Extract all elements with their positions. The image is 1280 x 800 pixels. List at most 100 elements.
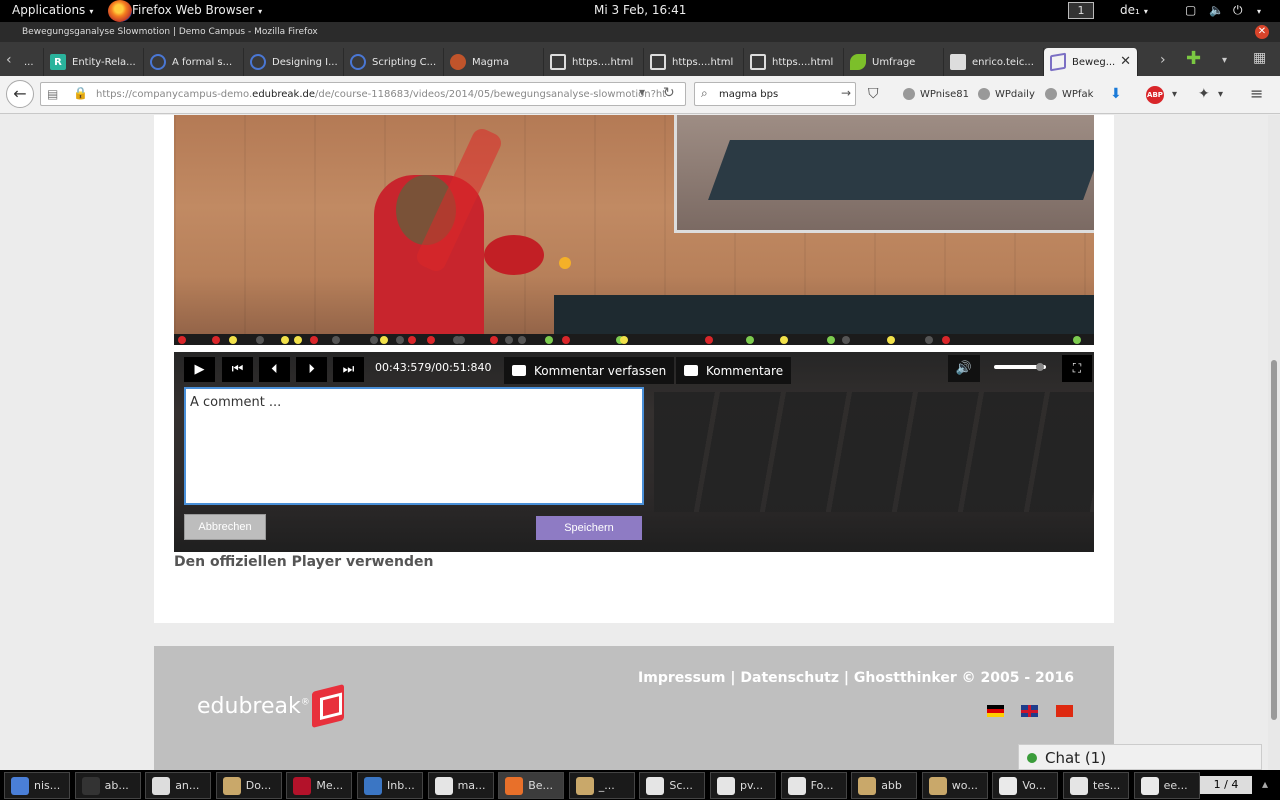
- page-info-icon[interactable]: ▤: [47, 87, 58, 101]
- page-scrollbar[interactable]: [1268, 115, 1280, 770]
- tabs-scroll-right-icon[interactable]: ›: [1160, 52, 1166, 68]
- search-go-icon[interactable]: →: [841, 86, 851, 100]
- tab-9[interactable]: Umfrage: [844, 48, 944, 76]
- timeline-comment-marker[interactable]: [545, 336, 553, 344]
- app-menu[interactable]: Firefox Web Browser ▾: [132, 3, 262, 17]
- url-text[interactable]: https://companycampus-demo.edubreak.de/d…: [96, 89, 666, 100]
- timeline-comment-marker[interactable]: [505, 336, 513, 344]
- timeline-comment-marker[interactable]: [281, 336, 289, 344]
- tab-8[interactable]: https....html: [744, 48, 844, 76]
- save-button[interactable]: Speichern: [536, 516, 642, 540]
- url-bar[interactable]: ▤ 🔒 https://companycampus-demo.edubreak.…: [40, 82, 686, 106]
- tab-0[interactable]: ...: [18, 48, 44, 76]
- lock-icon[interactable]: 🔒: [73, 86, 88, 100]
- hamburger-menu-icon[interactable]: ≡: [1250, 84, 1263, 103]
- search-query[interactable]: magma bps: [719, 89, 778, 100]
- window-icon[interactable]: ▢: [1185, 3, 1196, 17]
- comment-timeline[interactable]: [174, 334, 1094, 345]
- power-menu-chevron-icon[interactable]: ▾: [1253, 3, 1261, 17]
- applications-menu[interactable]: Applications ▾: [12, 3, 93, 17]
- timeline-comment-marker[interactable]: [212, 336, 220, 344]
- tabs-scroll-left-icon[interactable]: ‹: [6, 52, 12, 68]
- tab-6[interactable]: https....html: [544, 48, 644, 76]
- tab-4[interactable]: Scripting C...: [344, 48, 444, 76]
- timeline-comment-marker[interactable]: [370, 336, 378, 344]
- tab-groups-icon[interactable]: ▦: [1253, 50, 1266, 66]
- volume-button[interactable]: 🔊: [948, 355, 980, 382]
- url-dropdown-icon[interactable]: ▾: [639, 85, 645, 99]
- keyboard-layout[interactable]: de₁ ▾: [1120, 3, 1148, 17]
- search-bar[interactable]: ⌕ magma bps →: [694, 82, 856, 106]
- clock[interactable]: Mi 3 Feb, 16:41: [594, 3, 686, 17]
- timeline-comment-marker[interactable]: [518, 336, 526, 344]
- extension-chevron-icon[interactable]: ▾: [1218, 89, 1223, 100]
- scrollbar-thumb[interactable]: [1271, 360, 1277, 720]
- adblock-icon[interactable]: ABP: [1146, 86, 1164, 104]
- timeline-comment-marker[interactable]: [705, 336, 713, 344]
- taskbar-item[interactable]: pv...: [710, 772, 776, 799]
- reload-icon[interactable]: ↻: [663, 85, 675, 101]
- workspace-pager[interactable]: 1 / 4: [1200, 776, 1252, 794]
- cancel-button[interactable]: Abbrechen: [184, 514, 266, 540]
- impressum-link[interactable]: Impressum: [638, 670, 725, 686]
- rewind-button[interactable]: ⏮: [222, 357, 253, 382]
- download-icon[interactable]: ⬇: [1110, 86, 1122, 102]
- tab-7[interactable]: https....html: [644, 48, 744, 76]
- timeline-comment-marker[interactable]: [490, 336, 498, 344]
- official-player-link[interactable]: Den offiziellen Player verwenden: [174, 554, 433, 570]
- chat-widget[interactable]: Chat (1): [1018, 744, 1262, 770]
- taskbar-item[interactable]: ma...: [427, 772, 494, 799]
- back-button[interactable]: ←: [6, 80, 34, 108]
- taskbar-item[interactable]: Vo...: [992, 772, 1059, 799]
- play-button[interactable]: ▶: [184, 357, 215, 382]
- extension-icon[interactable]: ✦: [1198, 86, 1210, 102]
- window-close-button[interactable]: ✕: [1255, 25, 1269, 39]
- tab-5[interactable]: Magma: [444, 48, 544, 76]
- timeline-comment-marker[interactable]: [380, 336, 388, 344]
- timeline-comment-marker[interactable]: [827, 336, 835, 344]
- timeline-comment-marker[interactable]: [457, 336, 465, 344]
- taskbar-item[interactable]: abb: [851, 772, 918, 799]
- taskbar-item[interactable]: tes...: [1063, 772, 1129, 799]
- datenschutz-link[interactable]: Datenschutz: [740, 670, 839, 686]
- taskbar-item[interactable]: Do...: [215, 772, 282, 799]
- timeline-comment-marker[interactable]: [178, 336, 186, 344]
- taskbar-item[interactable]: Me...: [286, 772, 353, 799]
- bookmark-wpfak[interactable]: WPfak: [1045, 88, 1093, 100]
- timeline-comment-marker[interactable]: [942, 336, 950, 344]
- taskbar-item[interactable]: nis...: [4, 772, 70, 799]
- timeline-comment-marker[interactable]: [396, 336, 404, 344]
- timeline-comment-marker[interactable]: [310, 336, 318, 344]
- timeline-comment-marker[interactable]: [842, 336, 850, 344]
- step-back-button[interactable]: ⏴: [259, 357, 290, 382]
- timeline-comment-marker[interactable]: [408, 336, 416, 344]
- fullscreen-button[interactable]: ⛶: [1062, 355, 1092, 382]
- tab-close-icon[interactable]: ✕: [1120, 54, 1131, 69]
- chinese-flag-icon[interactable]: [1056, 705, 1073, 717]
- all-tabs-chevron-icon[interactable]: ▾: [1222, 55, 1227, 66]
- taskbar-item[interactable]: Sc...: [639, 772, 706, 799]
- taskbar-item[interactable]: Inb...: [357, 772, 423, 799]
- timeline-comment-marker[interactable]: [332, 336, 340, 344]
- timeline-comment-marker[interactable]: [256, 336, 264, 344]
- volume-knob[interactable]: [1036, 363, 1044, 371]
- tab-11[interactable]: Beweg... ✕: [1044, 48, 1138, 76]
- taskbar-item[interactable]: an...: [145, 772, 212, 799]
- timeline-comment-marker[interactable]: [229, 336, 237, 344]
- german-flag-icon[interactable]: [987, 705, 1004, 717]
- new-tab-icon[interactable]: ✚: [1186, 48, 1201, 69]
- taskbar-item[interactable]: ab...: [74, 772, 141, 799]
- timeline-comment-marker[interactable]: [746, 336, 754, 344]
- write-comment-button[interactable]: Kommentar verfassen: [504, 357, 675, 384]
- bookmark-wpdaily[interactable]: WPdaily: [978, 88, 1035, 100]
- taskbar-item[interactable]: _...: [568, 772, 635, 799]
- timeline-comment-marker[interactable]: [925, 336, 933, 344]
- timeline-comment-marker[interactable]: [427, 336, 435, 344]
- tab-2[interactable]: A formal s...: [144, 48, 244, 76]
- timeline-comment-marker[interactable]: [1073, 336, 1081, 344]
- step-forward-button[interactable]: ⏵: [296, 357, 327, 382]
- video-frame[interactable]: [174, 115, 1094, 345]
- adblock-chevron-icon[interactable]: ▾: [1172, 89, 1177, 100]
- volume-icon[interactable]: 🔈: [1209, 3, 1224, 17]
- taskbar-item[interactable]: ee...: [1133, 772, 1200, 799]
